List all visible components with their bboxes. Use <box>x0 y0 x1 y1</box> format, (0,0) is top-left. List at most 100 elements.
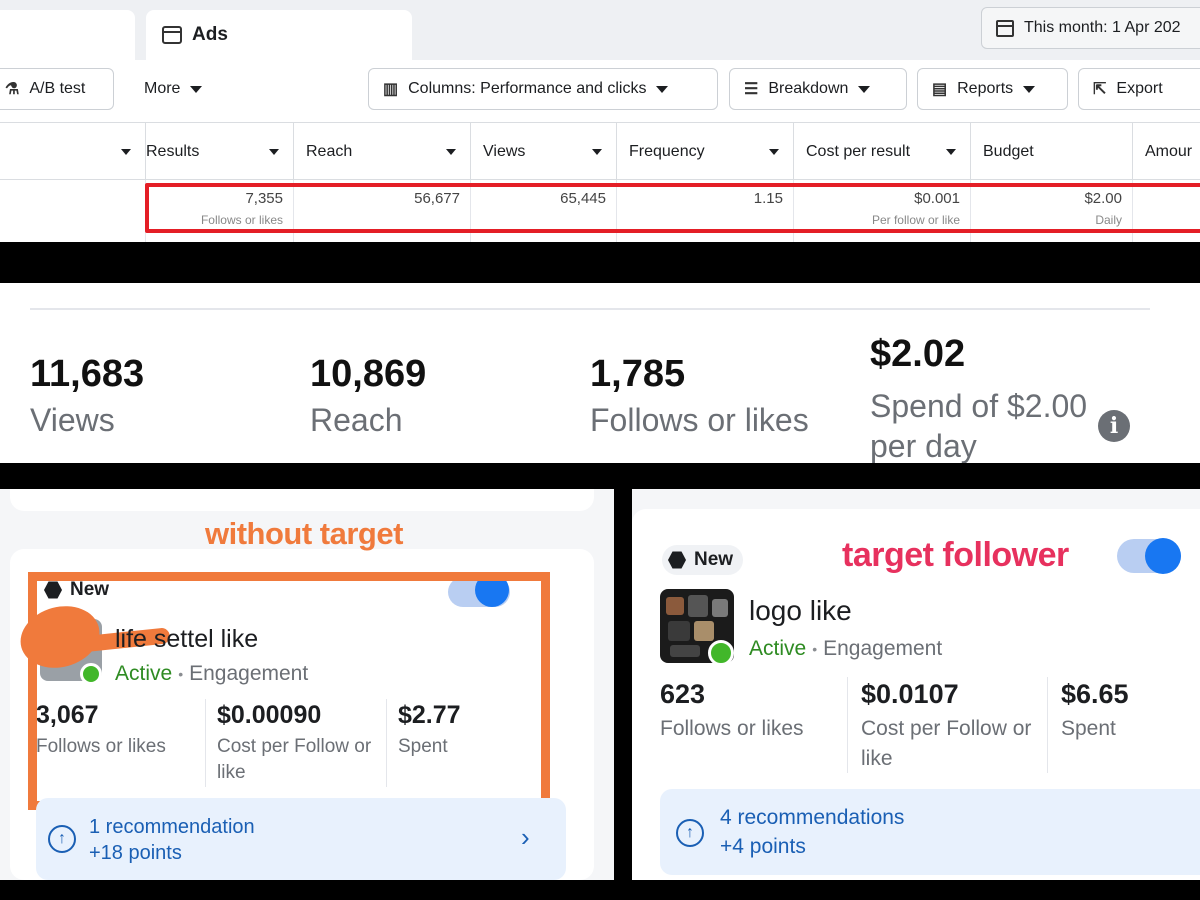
stat-follows-label: Follows or likes <box>660 717 804 740</box>
cell-name <box>0 180 145 242</box>
recommendations-row[interactable]: ↑ 4 recommendations +4 points <box>660 789 1200 875</box>
date-range-button[interactable]: This month: 1 Apr 202 <box>981 7 1200 49</box>
breakdown-button[interactable]: ☰ Breakdown <box>729 68 907 110</box>
column-header-frequency[interactable]: Frequency <box>616 123 793 181</box>
new-badge: New <box>662 545 744 575</box>
more-button[interactable]: More <box>130 68 230 110</box>
info-icon[interactable]: i <box>1098 410 1130 442</box>
arrow-up-icon: ↑ <box>676 819 704 847</box>
column-header-name[interactable] <box>0 123 145 181</box>
chevron-down-icon <box>446 149 456 155</box>
chevron-down-icon <box>858 85 871 93</box>
metric-follows-value: 1,785 <box>590 353 686 395</box>
table-header: Results Reach Views Frequency Cost per r… <box>0 122 1200 181</box>
thumbnail-tile <box>670 645 700 657</box>
metric-views: 11,683 Views <box>30 353 144 439</box>
chevron-down-icon <box>946 149 956 155</box>
metric-spend-label: Spend of $2.00 per day <box>870 388 1088 463</box>
stat-follows: 623 Follows or likes <box>660 679 840 744</box>
campaign-title[interactable]: logo like <box>749 595 852 627</box>
toolbar: ⚗ A/B test More ▥ Columns: Performance a… <box>0 60 1200 122</box>
column-header-budget[interactable]: Budget <box>970 123 1132 181</box>
export-icon: ⇱ <box>1093 81 1107 98</box>
ab-test-button[interactable]: ⚗ A/B test <box>0 68 114 110</box>
metric-reach: 10,869 Reach <box>310 353 426 439</box>
column-label-results: Results <box>146 143 200 160</box>
column-header-views[interactable]: Views <box>470 123 616 181</box>
window-icon <box>162 26 182 44</box>
column-label-cost-per-result: Cost per result <box>806 143 911 160</box>
stat-spent-value: $6.65 <box>1061 679 1129 709</box>
highlight-box <box>28 572 550 810</box>
divider <box>847 677 848 773</box>
metric-spend: $2.02 Spend of $2.00 per day <box>870 333 1110 463</box>
campaign-toggle[interactable] <box>1117 538 1181 574</box>
new-badge-label: New <box>694 549 734 570</box>
column-header-cost-per-result[interactable]: Cost per result <box>793 123 970 181</box>
active-dot <box>708 640 734 666</box>
metric-views-label: Views <box>30 402 115 438</box>
column-label-amount: Amour <box>1145 143 1193 160</box>
campaign-card-target-follower: target follower New logo like Active • Eng… <box>632 489 1200 880</box>
campaign-type: Engagement <box>823 637 943 660</box>
metric-reach-label: Reach <box>310 402 403 438</box>
metric-spend-value: $2.02 <box>870 333 966 375</box>
toggle-knob <box>1145 538 1181 574</box>
chevron-right-icon: › <box>521 822 530 852</box>
reports-button[interactable]: ▤ Reports <box>917 68 1068 110</box>
calendar-icon <box>996 19 1014 37</box>
stat-cost-label: Cost per Follow or like <box>861 717 1032 770</box>
recommendations-row[interactable]: ↑ 1 recommendation +18 points › <box>36 798 566 880</box>
reports-icon: ▤ <box>932 81 948 98</box>
campaign-status: Active • Engagement <box>749 637 942 661</box>
previous-card <box>10 489 594 511</box>
summary-panel: 11,683 Views 10,869 Reach 1,785 Follows … <box>0 283 1200 463</box>
thumbnail-tile <box>688 595 708 617</box>
export-button[interactable]: ⇱ Export <box>1078 68 1200 110</box>
ads-manager-panel: Ads This month: 1 Apr 202 ⚗ A/B test Mor… <box>0 0 1200 242</box>
column-header-results[interactable]: Results <box>145 123 293 181</box>
columns-button[interactable]: ▥ Columns: Performance and clicks <box>368 68 718 110</box>
columns-icon: ▥ <box>383 81 399 98</box>
column-label-reach: Reach <box>306 143 353 160</box>
thumbnail-tile <box>666 597 684 615</box>
chevron-down-icon <box>121 149 131 155</box>
recommendation-points: +4 points <box>720 835 806 858</box>
divider <box>30 308 1150 310</box>
more-label: More <box>144 80 181 97</box>
thumbnail-tile <box>694 621 714 641</box>
column-header-reach[interactable]: Reach <box>293 123 470 181</box>
date-range-label: This month: 1 Apr 202 <box>1024 19 1181 36</box>
metric-views-value: 11,683 <box>30 353 145 395</box>
metric-follows-label: Follows or likes <box>590 402 809 438</box>
chevron-down-icon <box>769 149 779 155</box>
chevron-down-icon <box>190 85 203 93</box>
reports-label: Reports <box>957 80 1014 97</box>
highlight-box <box>145 183 1200 233</box>
breakdown-label: Breakdown <box>768 80 849 97</box>
column-label-budget: Budget <box>983 143 1034 160</box>
chevron-down-icon <box>269 149 279 155</box>
annotation-without-target: without target <box>205 516 403 551</box>
arrow-up-icon: ↑ <box>48 825 76 853</box>
tab-ads-label: Ads <box>192 24 228 45</box>
breakdown-icon: ☰ <box>744 81 759 98</box>
flask-icon: ⚗ <box>5 81 20 98</box>
tab-previous[interactable] <box>0 10 135 60</box>
recommendation-count: 4 recommendations <box>720 806 905 829</box>
chevron-down-icon <box>656 85 669 93</box>
export-label: Export <box>1116 80 1163 97</box>
tab-strip: Ads This month: 1 Apr 202 <box>0 0 1200 60</box>
stat-follows-value: 623 <box>660 679 706 709</box>
column-header-amount[interactable]: Amour <box>1132 123 1200 181</box>
recommendation-points: +18 points <box>89 842 182 864</box>
divider <box>1047 677 1048 773</box>
collage: Ads This month: 1 Apr 202 ⚗ A/B test Mor… <box>0 0 1200 900</box>
column-label-frequency: Frequency <box>629 143 705 160</box>
tab-ads[interactable]: Ads <box>146 10 412 60</box>
metric-reach-value: 10,869 <box>310 353 427 395</box>
stat-cost-value: $0.0107 <box>861 679 959 709</box>
columns-label: Columns: Performance and clicks <box>408 80 647 97</box>
stat-spent: $6.65 Spent <box>1061 679 1191 744</box>
status-active: Active <box>749 637 807 660</box>
